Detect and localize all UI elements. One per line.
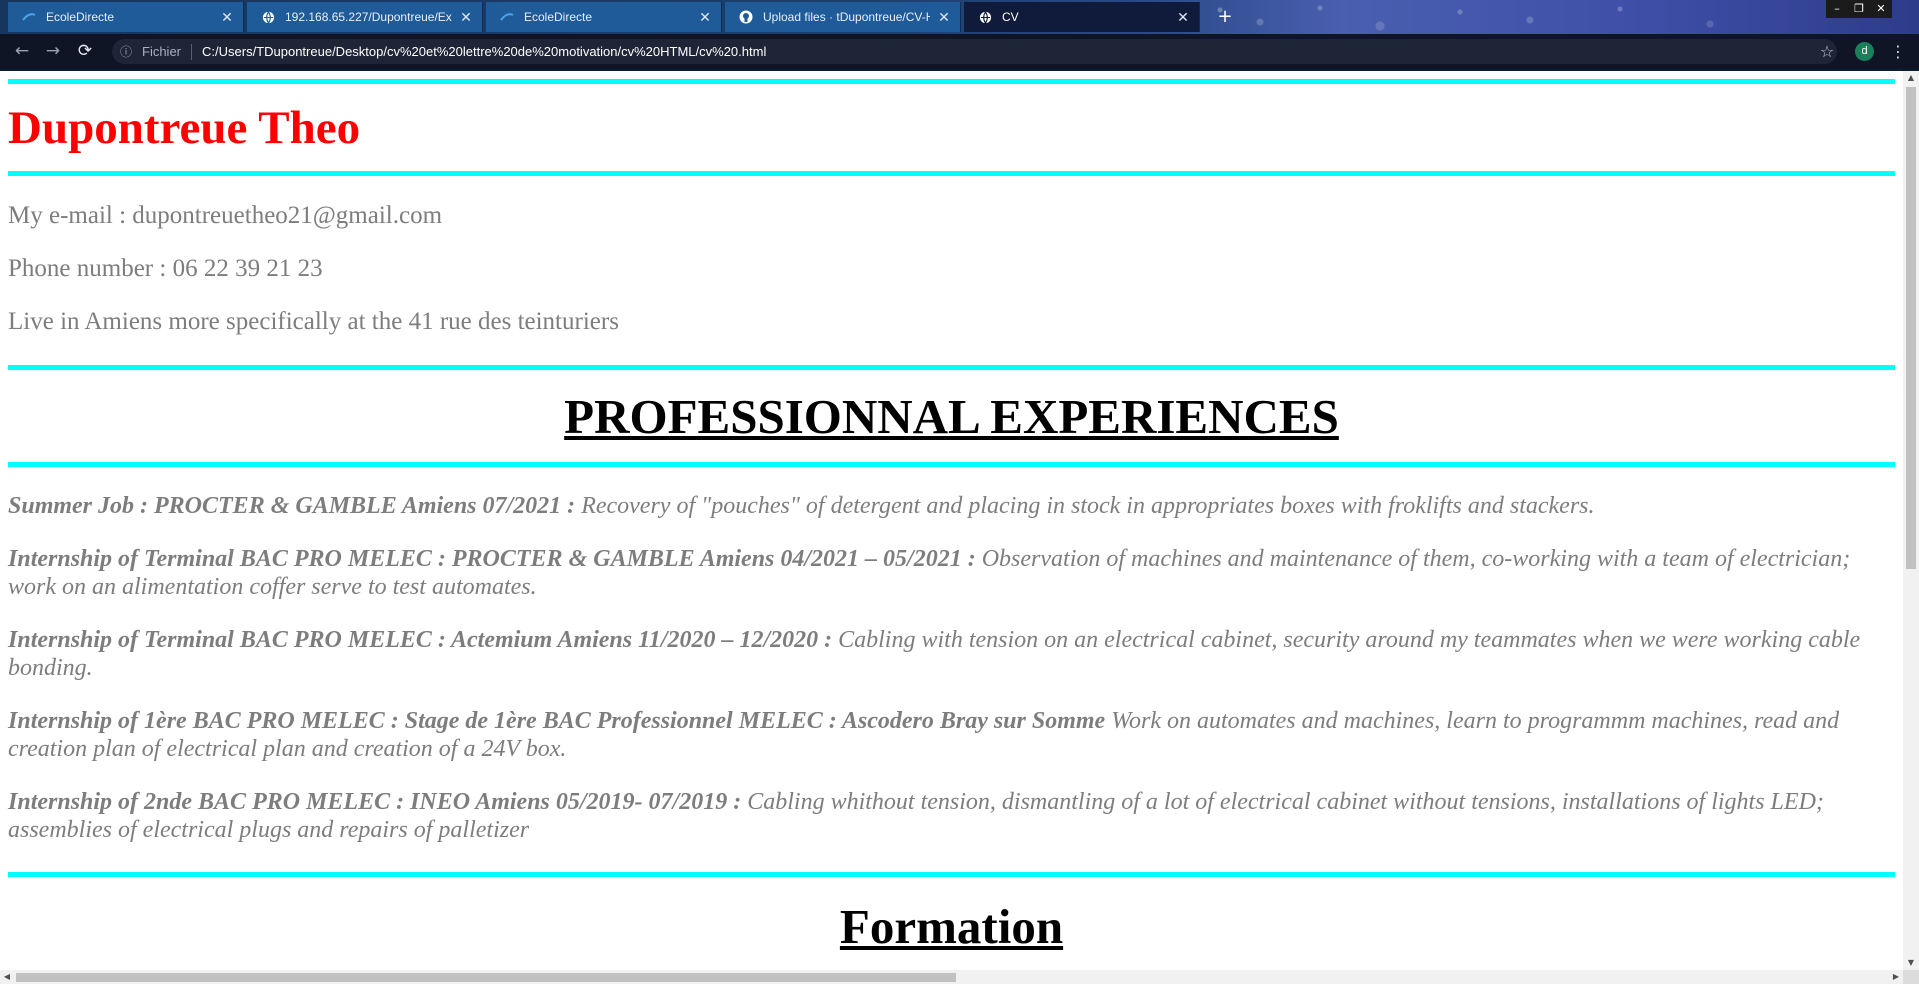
experience-item: Internship of Terminal BAC PRO MELEC : A… [8, 626, 1895, 682]
divider [8, 462, 1895, 467]
globe-icon [978, 10, 992, 24]
experience-item: Internship of 2nde BAC PRO MELEC : INEO … [8, 788, 1895, 844]
experience-heading-text: Internship of 2nde BAC PRO MELEC : INEO … [8, 789, 742, 815]
contact-email: My e-mail : dupontreuetheo21@gmail.com [8, 202, 443, 229]
tab-title: 192.168.65.227/Dupontreue/Exer [285, 10, 452, 24]
globe-icon [261, 10, 275, 24]
address-url[interactable]: C:/Users/TDupontreue/Desktop/cv%20et%20l… [202, 44, 766, 59]
divider [8, 79, 1895, 84]
close-icon[interactable]: ✕ [1175, 9, 1191, 26]
vertical-scroll-thumb[interactable] [1906, 87, 1916, 569]
tab-title: Upload files · tDupontreue/CV-H [763, 10, 930, 24]
horizontal-scroll-thumb[interactable] [16, 973, 956, 982]
new-tab-button[interactable]: + [1213, 6, 1237, 28]
close-icon[interactable]: ✕ [219, 9, 235, 26]
reload-icon[interactable]: ⟳ [71, 34, 99, 69]
back-arrow-icon[interactable]: ← [8, 34, 36, 69]
contact-phone: Phone number : 06 22 39 21 23 [8, 255, 323, 282]
experience-heading-text: Internship of Terminal BAC PRO MELEC : A… [8, 627, 833, 653]
profile-avatar[interactable]: d [1855, 42, 1874, 61]
close-icon[interactable]: ✕ [458, 9, 474, 26]
scroll-up-arrow-icon[interactable]: ▲ [1903, 71, 1919, 85]
tab-title: CV [1002, 10, 1019, 24]
experience-item: Internship of Terminal BAC PRO MELEC : P… [8, 545, 1895, 601]
tab-title: EcoleDirecte [46, 10, 115, 24]
forward-arrow-icon[interactable]: → [39, 34, 67, 69]
tab-strip: EcoleDirecte ✕ 192.168.65.227/Dupontreue… [0, 0, 1919, 34]
scroll-left-arrow-icon[interactable]: ◀ [0, 970, 14, 984]
ecoledirecte-icon [22, 10, 36, 24]
experience-heading: PROFESSIONNAL EXPERIENCES [564, 389, 1339, 444]
address-scheme: Fichier [142, 44, 182, 59]
scrollbar-corner [1903, 970, 1919, 984]
experience-heading-text: Internship of 1ère BAC PRO MELEC : Stage… [8, 708, 1106, 734]
address-separator [191, 43, 193, 60]
horizontal-scrollbar[interactable]: ◀ ▶ [0, 970, 1903, 984]
cv-document: Dupontreue Theo My e-mail : dupontreueth… [8, 71, 1895, 955]
tab-github-upload[interactable]: Upload files · tDupontreue/CV-H ✕ [725, 2, 961, 32]
experience-description: Recovery of "pouches" of detergent and p… [575, 493, 1595, 519]
formation-heading: Formation [839, 899, 1064, 954]
divider [8, 171, 1895, 176]
close-icon[interactable]: ✕ [697, 9, 713, 26]
scroll-right-arrow-icon[interactable]: ▶ [1889, 970, 1903, 984]
cv-name: Dupontreue Theo [8, 102, 361, 154]
tab-local-server[interactable]: 192.168.65.227/Dupontreue/Exer ✕ [247, 2, 483, 32]
tab-ecoledirecte-1[interactable]: EcoleDirecte ✕ [8, 2, 244, 32]
page-viewport: Dupontreue Theo My e-mail : dupontreueth… [0, 71, 1903, 970]
github-icon [739, 10, 753, 24]
browser-toolbar: ← → ⟳ ⓘ Fichier C:/Users/TDupontreue/Des… [0, 34, 1919, 69]
experience-item: Summer Job : PROCTER & GAMBLE Amiens 07/… [8, 492, 1895, 520]
contact-address: Live in Amiens more specifically at the … [8, 308, 619, 335]
kebab-menu-icon[interactable]: ⋮ [1889, 34, 1907, 69]
minimize-icon[interactable]: – [1826, 0, 1848, 18]
window-background-decoration [1200, 0, 1820, 34]
divider [8, 872, 1895, 877]
tab-title: EcoleDirecte [524, 10, 593, 24]
close-icon[interactable]: ✕ [936, 9, 952, 26]
scroll-down-arrow-icon[interactable]: ▼ [1903, 956, 1919, 970]
bookmark-star-icon[interactable]: ☆ [1816, 34, 1838, 69]
experience-heading-text: Internship of Terminal BAC PRO MELEC : P… [8, 546, 976, 572]
vertical-scrollbar[interactable]: ▲ ▼ [1903, 71, 1919, 970]
restore-icon[interactable]: ❐ [1848, 0, 1870, 18]
tab-ecoledirecte-2[interactable]: EcoleDirecte ✕ [486, 2, 722, 32]
info-icon[interactable]: ⓘ [120, 43, 138, 60]
tab-cv[interactable]: CV ✕ [964, 2, 1200, 32]
experience-heading-text: Summer Job : PROCTER & GAMBLE Amiens 07/… [8, 493, 576, 519]
address-bar[interactable]: ⓘ Fichier C:/Users/TDupontreue/Desktop/c… [112, 39, 1837, 64]
divider [8, 365, 1895, 370]
ecoledirecte-icon [500, 10, 514, 24]
experience-item: Internship of 1ère BAC PRO MELEC : Stage… [8, 707, 1895, 763]
close-window-icon[interactable]: ✕ [1870, 0, 1892, 18]
